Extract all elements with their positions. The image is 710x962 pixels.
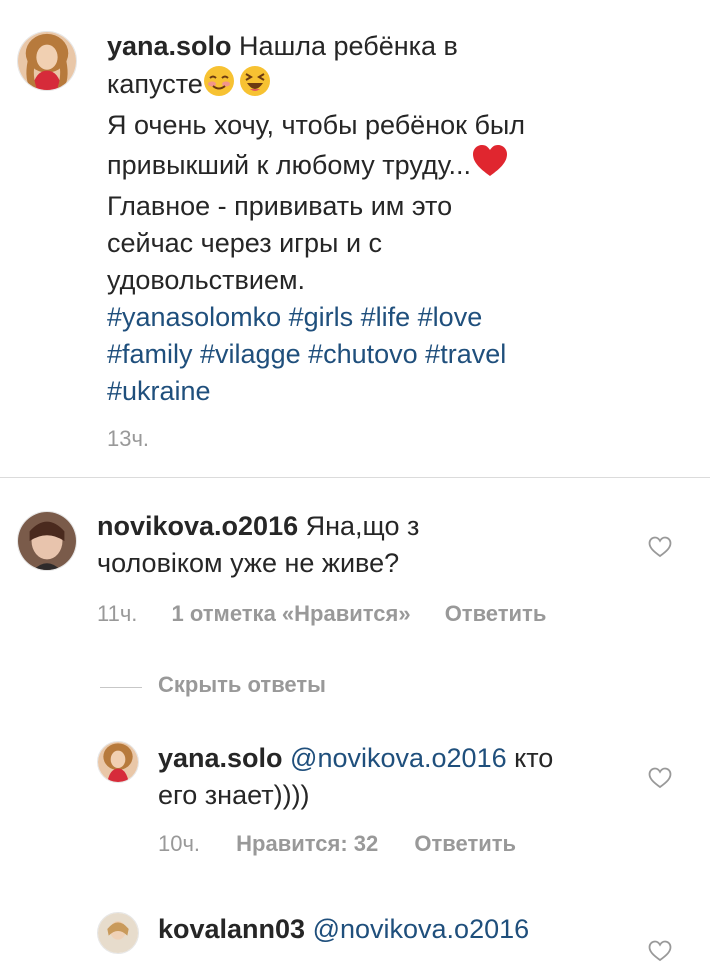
caption-text: yana.solo Нашла ребёнка в капусте Я очен… [107, 28, 667, 410]
comment-time: 11ч. [97, 601, 138, 626]
avatar-image [98, 913, 138, 953]
avatar-yana-solo-reply[interactable] [97, 741, 139, 783]
reply-mention[interactable]: @novikova.o2016 [283, 743, 507, 773]
reply2-line-1: kovalann03 @novikova.o2016 [158, 911, 628, 948]
caption-hashtags-3[interactable]: #ukraine [107, 373, 667, 410]
caption-divider [0, 477, 710, 478]
avatar-yana-solo-caption[interactable] [17, 31, 77, 91]
reply2-username[interactable]: kovalann03 [158, 914, 305, 944]
heart-outline-icon[interactable] [648, 940, 672, 962]
red-heart-emoji-icon [471, 144, 509, 188]
reply-username[interactable]: yana.solo [158, 743, 283, 773]
avatar-novikova[interactable] [17, 511, 77, 571]
caption-line-6: сейчас через игры и с [107, 228, 383, 258]
comment-line-1: novikova.o2016 Яна,що з [97, 511, 420, 541]
caption-line-3: Я очень хочу, чтобы ребёнок был [107, 110, 526, 140]
laughing-squint-emoji-icon [239, 65, 271, 107]
caption-time: 13ч. [107, 426, 150, 451]
reply-line-1: yana.solo @novikova.o2016 кто [158, 743, 554, 773]
hide-replies-line [100, 687, 142, 688]
smiling-blush-emoji-icon [203, 65, 235, 107]
comment-novikova-text: novikova.o2016 Яна,що з чоловіком уже не… [97, 508, 617, 582]
comment-line-2: чоловіком уже не живе? [97, 548, 400, 578]
reply-line-2: его знает)))) [158, 780, 310, 810]
caption-line-1: yana.solo Нашла ребёнка в [107, 31, 458, 61]
caption-line-7: удовольствием. [107, 265, 306, 295]
avatar-image [98, 742, 138, 782]
avatar-kovalann[interactable] [97, 912, 139, 954]
heart-outline-icon[interactable] [648, 536, 672, 558]
caption-meta: 13ч. [107, 425, 149, 453]
caption-line-4: привыкший к любому труду... [107, 144, 667, 188]
avatar-image [18, 512, 76, 570]
reply-meta: 10ч. Нравится: 32 Ответить [158, 830, 516, 858]
reply-yana-text: yana.solo @novikova.o2016 кто его знает)… [158, 740, 628, 814]
reply-time: 10ч. [158, 831, 201, 856]
reply2-mention[interactable]: @novikova.o2016 [305, 914, 530, 944]
comment-likes[interactable]: 1 отметка «Нравится» [172, 601, 411, 626]
comment-meta: 11ч. 1 отметка «Нравится» Ответить [97, 600, 546, 628]
avatar-image [18, 32, 76, 90]
caption-line-2: капусте [107, 65, 667, 107]
comment-reply-button[interactable]: Ответить [445, 601, 547, 626]
caption-username[interactable]: yana.solo [107, 31, 232, 61]
caption-line-5: Главное - прививать им это [107, 191, 453, 221]
caption-hashtags-1[interactable]: #yanasolomko #girls #life #love [107, 299, 667, 336]
reply-kovalann-text: kovalann03 @novikova.o2016 [158, 911, 628, 948]
reply-reply-button[interactable]: Ответить [414, 831, 516, 856]
hide-replies-button[interactable]: Скрыть ответы [158, 672, 326, 698]
reply-likes[interactable]: Нравится: 32 [236, 831, 378, 856]
heart-outline-icon[interactable] [648, 767, 672, 789]
caption-hashtags-2[interactable]: #family #vilagge #chutovo #travel [107, 336, 667, 373]
comment-username[interactable]: novikova.o2016 [97, 511, 298, 541]
